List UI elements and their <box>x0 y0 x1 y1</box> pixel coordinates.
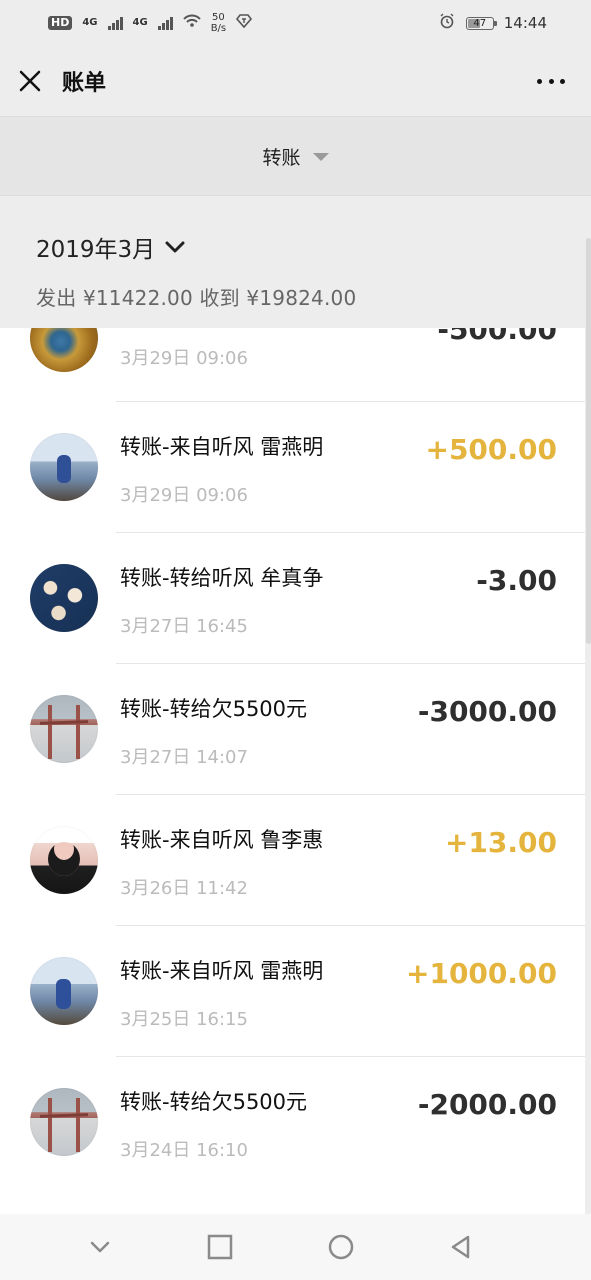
month-label: 2019年3月 <box>36 237 156 263</box>
recent-apps-icon[interactable] <box>198 1225 242 1269</box>
transaction-amount: -500.00 <box>437 328 557 346</box>
avatar <box>30 433 98 501</box>
transaction-time: 3月26日 11:42 <box>120 878 248 899</box>
alarm-icon <box>438 12 456 34</box>
transaction-item[interactable]: 转账-转给听风 牟真争 3月27日 16:45 -3.00 <box>0 532 585 663</box>
transaction-time: 3月27日 14:07 <box>120 747 248 768</box>
clock-time: 14:44 <box>503 14 547 32</box>
network-label-1: 4G <box>82 17 98 28</box>
transaction-time: 3月27日 16:45 <box>120 616 248 637</box>
status-right: 47 14:44 <box>438 12 547 34</box>
app-bar: 账单 <box>0 46 591 116</box>
avatar <box>30 695 98 763</box>
avatar <box>30 564 98 632</box>
network-speed: 50 B/s <box>211 12 226 34</box>
avatar <box>30 826 98 894</box>
signal-icon <box>157 16 173 30</box>
month-selector[interactable]: 2019年3月 <box>36 230 585 264</box>
filter-label: 转账 <box>262 146 301 169</box>
status-bar: HD 4G 4G 50 B/s 47 14:44 <box>0 0 591 46</box>
collapse-icon[interactable] <box>78 1225 122 1269</box>
transaction-amount: +1000.00 <box>406 957 557 990</box>
back-icon[interactable] <box>439 1225 483 1269</box>
avatar <box>30 328 98 372</box>
battery-level: 47 <box>473 17 487 29</box>
transaction-time: 3月29日 09:06 <box>120 348 248 369</box>
network-label-2: 4G <box>132 17 148 28</box>
transaction-item[interactable]: 转账-来自听风 雷燕明 3月29日 09:06 +500.00 <box>0 401 585 532</box>
transaction-time: 3月25日 16:15 <box>120 1009 248 1030</box>
transaction-amount: -3.00 <box>476 564 557 597</box>
month-summary-panel: 2019年3月 发出 ¥11422.00 收到 ¥19824.00 <box>0 196 585 328</box>
chevron-down-icon <box>165 240 185 254</box>
page-title: 账单 <box>62 71 107 96</box>
hd-badge: HD <box>48 16 73 30</box>
transaction-item[interactable]: 转账-转给欠5500元 3月24日 16:10 -2000.00 <box>0 1056 585 1187</box>
transaction-main: 3月29日 09:06 <box>120 344 557 370</box>
wifi-icon <box>182 14 201 32</box>
app-shield-icon <box>236 13 253 33</box>
transaction-item[interactable]: 转账-来自听风 雷燕明 3月25日 16:15 +1000.00 <box>0 925 585 1056</box>
transaction-amount: -2000.00 <box>417 1088 557 1121</box>
signal-icon <box>107 16 123 30</box>
transaction-amount: -3000.00 <box>417 695 557 728</box>
transaction-type-filter[interactable]: 转账 <box>0 116 591 196</box>
scrollbar[interactable] <box>586 238 591 644</box>
battery-icon: 47 <box>465 16 497 30</box>
transaction-amount: +13.00 <box>444 826 557 859</box>
transaction-item[interactable]: 转账-转给欠5500元 3月27日 14:07 -3000.00 <box>0 663 585 794</box>
app-bar-left: 账单 <box>16 65 106 97</box>
network-speed-unit: B/s <box>210 23 227 34</box>
system-navbar <box>0 1214 591 1280</box>
status-left: HD 4G 4G 50 B/s <box>48 12 253 34</box>
home-icon[interactable] <box>319 1225 363 1269</box>
transaction-item[interactable]: 转账-来自听风 鲁李惠 3月26日 11:42 +13.00 <box>0 794 585 925</box>
transaction-list: 3月29日 09:06 -500.00 转账-来自听风 雷燕明 3月29日 09… <box>0 328 585 1214</box>
avatar <box>30 1088 98 1156</box>
transaction-amount: +500.00 <box>425 433 557 466</box>
close-icon[interactable] <box>16 67 44 95</box>
avatar <box>30 957 98 1025</box>
transaction-time: 3月24日 16:10 <box>120 1140 248 1161</box>
more-icon[interactable] <box>537 76 565 86</box>
caret-down-icon <box>312 153 329 161</box>
network-speed-value: 50 <box>212 12 225 23</box>
month-summary: 发出 ¥11422.00 收到 ¥19824.00 <box>36 286 357 310</box>
transaction-item[interactable]: 3月29日 09:06 -500.00 <box>0 328 585 401</box>
transaction-time: 3月29日 09:06 <box>120 485 248 506</box>
